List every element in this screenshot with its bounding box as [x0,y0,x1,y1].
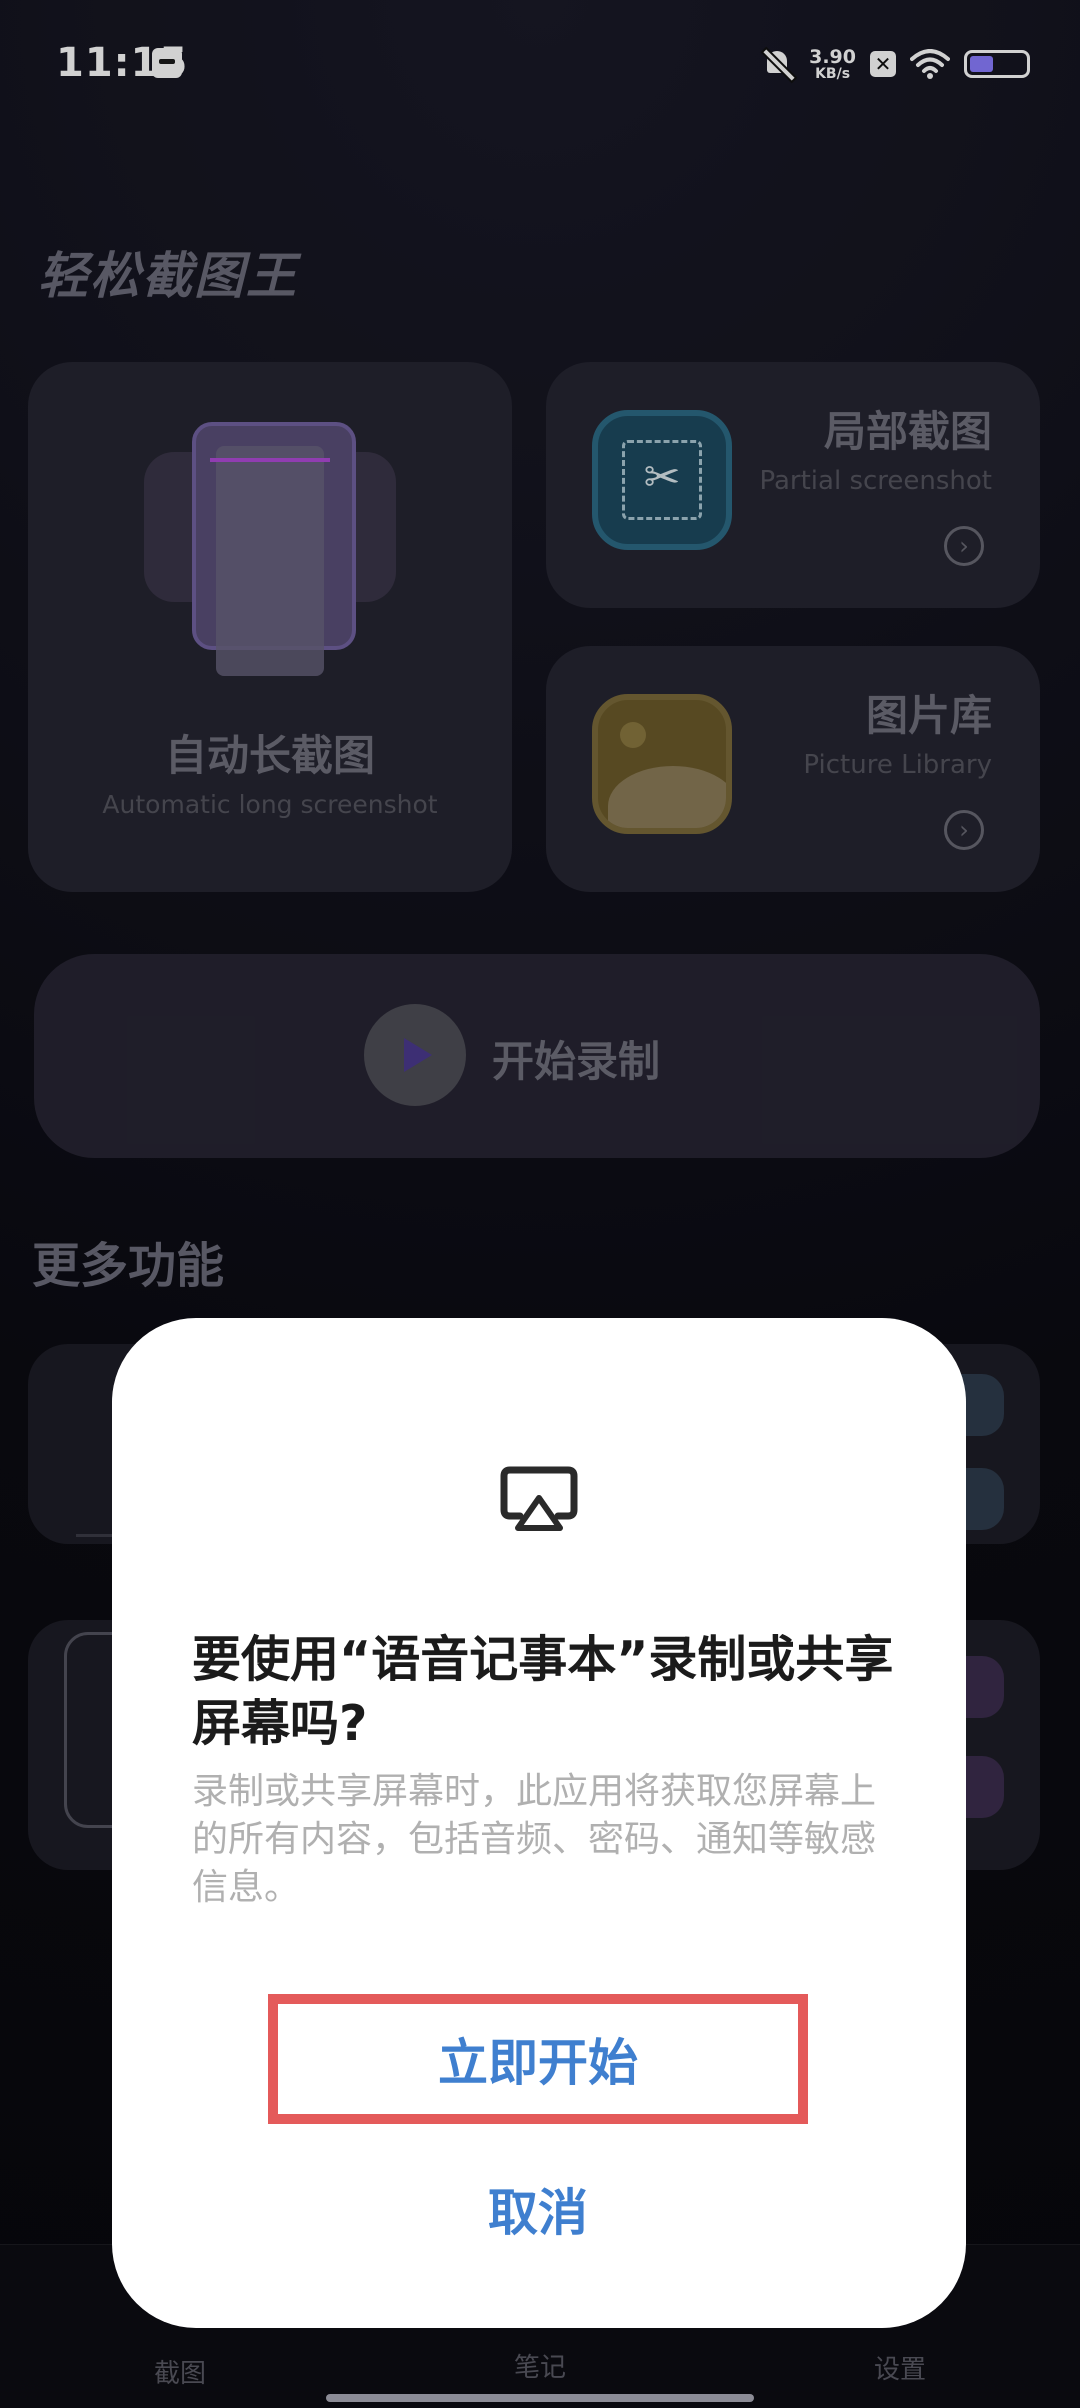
cancel-button[interactable]: 取消 [268,2164,808,2254]
dialog-title: 要使用“语音记事本”录制或共享屏幕吗? [192,1631,894,1752]
dialog-description: 录制或共享屏幕时，此应用将获取您屏幕上的所有内容，包括音频、密码、通知等敏感信息… [192,1771,877,1908]
screen: 轻松截图王 自动长截图 Automatic long screenshot ✂ … [0,0,1080,2408]
screen-share-dialog: 要使用“语音记事本”录制或共享屏幕吗? 录制或共享屏幕时，此应用将获取您屏幕上的… [112,1318,966,2328]
home-indicator[interactable] [326,2394,754,2402]
start-now-button[interactable]: 立即开始 [268,1994,808,2124]
screen-cast-icon [500,1466,578,1531]
